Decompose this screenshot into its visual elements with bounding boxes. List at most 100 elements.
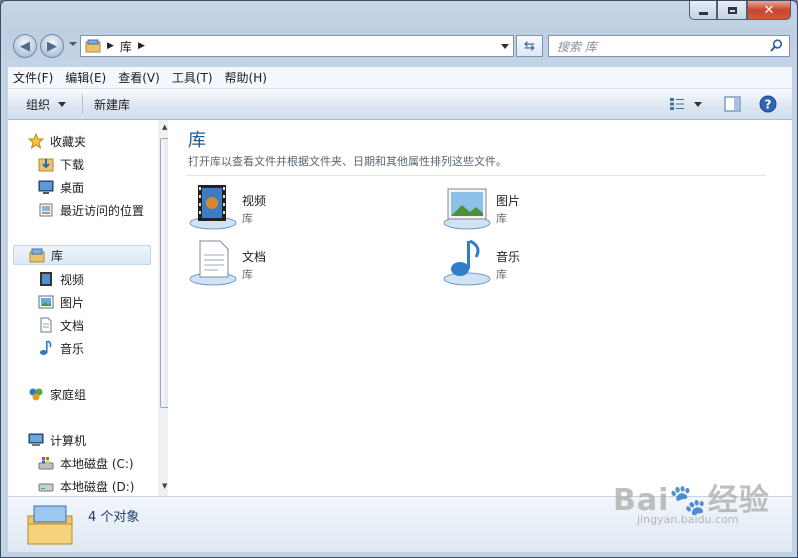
recent-places-icon (39, 203, 53, 217)
refresh-button[interactable]: ⇆ (516, 35, 543, 57)
new-library-label: 新建库 (94, 97, 131, 112)
nav-item-pictures[interactable]: 图片 (38, 292, 84, 312)
nav-item-music[interactable]: 音乐 (38, 338, 84, 358)
library-folder-large-icon (27, 505, 73, 545)
nav-item-drive-d[interactable]: 本地磁盘 (D:) (38, 476, 134, 496)
breadcrumb-separator-icon[interactable]: ▶ (107, 41, 114, 51)
system-drive-icon (38, 457, 54, 470)
menu-bar: 文件(F) 编辑(E) 查看(V) 工具(T) 帮助(H) (8, 67, 792, 89)
library-type: 库 (496, 268, 507, 281)
library-tile-music[interactable]: 音乐 库 (442, 239, 562, 287)
library-name: 视频 (242, 194, 267, 208)
caption-buttons: ✕ (689, 1, 791, 20)
documents-library-icon (189, 240, 237, 286)
view-options-dropdown-icon[interactable] (694, 102, 702, 107)
svg-text:?: ? (765, 98, 772, 112)
command-bar: 组织 新建库 ? (8, 89, 792, 120)
maximize-button[interactable] (717, 1, 747, 20)
music-library-icon (443, 239, 491, 286)
downloads-folder-icon (38, 158, 54, 172)
navigation-pane: 收藏夹 下载 桌面 最近访问的位置 库 视频 图片 文档 音乐 家庭组 计算机 … (8, 120, 173, 496)
nav-computer[interactable]: 计算机 (28, 430, 86, 450)
menu-tools[interactable]: 工具(T) (167, 69, 218, 86)
nav-item-downloads[interactable]: 下载 (38, 154, 84, 174)
pictures-library-icon (443, 188, 491, 230)
library-type: 库 (496, 212, 507, 225)
library-tile-pictures[interactable]: 图片 库 (442, 183, 562, 231)
minimize-button[interactable] (689, 1, 717, 20)
page-subtitle: 打开库以查看文件并根据文件夹、日期和其他属性排列这些文件。 (188, 155, 507, 168)
nav-libraries[interactable]: 库 (13, 245, 151, 265)
video-library-icon (189, 185, 237, 230)
nav-item-label: 本地磁盘 (D:) (60, 479, 135, 494)
nav-homegroup-label: 家庭组 (50, 387, 87, 402)
watermark-site: jingyan.baidu.com (637, 513, 739, 526)
page-title: 库 (188, 130, 206, 151)
organize-label: 组织 (26, 97, 51, 112)
nav-libraries-label: 库 (51, 248, 64, 263)
forward-button[interactable]: ▶ (40, 34, 64, 58)
menu-view[interactable]: 查看(V) (113, 69, 165, 86)
hard-drive-icon (38, 483, 54, 492)
chevron-down-icon (58, 101, 67, 107)
help-icon[interactable]: ? (759, 95, 777, 113)
nav-item-videos[interactable]: 视频 (38, 269, 84, 289)
content-pane: 库 打开库以查看文件并根据文件夹、日期和其他属性排列这些文件。 视频 库 图片 … (168, 120, 792, 496)
item-count: 4 个对象 (88, 510, 140, 525)
nav-computer-label: 计算机 (50, 433, 87, 448)
search-icon[interactable] (770, 39, 783, 52)
close-icon: ✕ (763, 2, 775, 18)
navigation-bar: ◀ ▶ ▶ 库 ▶ ⇆ 搜索 库 (1, 29, 797, 65)
pictures-icon (38, 295, 54, 309)
breadcrumb-separator-icon[interactable]: ▶ (138, 41, 145, 51)
preview-pane-icon[interactable] (724, 96, 741, 112)
maximize-icon (727, 6, 737, 14)
search-box[interactable]: 搜索 库 (548, 35, 790, 57)
star-icon (28, 133, 44, 149)
forward-arrow-icon: ▶ (47, 38, 57, 54)
computer-icon (28, 433, 44, 446)
close-button[interactable]: ✕ (747, 1, 791, 20)
scroll-up-icon[interactable]: ▲ (162, 123, 167, 131)
menu-edit[interactable]: 编辑(E) (60, 69, 111, 86)
header-divider (186, 175, 766, 176)
nav-homegroup[interactable]: 家庭组 (28, 384, 86, 404)
menu-file[interactable]: 文件(F) (8, 69, 58, 86)
nav-favorites[interactable]: 收藏夹 (28, 131, 86, 151)
new-library-button[interactable]: 新建库 (86, 95, 138, 113)
nav-item-label: 视频 (60, 272, 85, 287)
library-folder-icon (85, 39, 101, 53)
explorer-window: ✕ ◀ ▶ ▶ 库 ▶ ⇆ 搜索 库 文件(F) 编辑(E) 查看(V) 工具(… (0, 0, 798, 558)
search-placeholder: 搜索 库 (557, 39, 597, 54)
organize-button[interactable]: 组织 (18, 95, 74, 113)
document-icon (40, 317, 52, 333)
minimize-icon (698, 11, 708, 15)
library-folder-icon (29, 248, 45, 263)
music-note-icon (40, 340, 52, 355)
nav-item-label: 图片 (60, 295, 85, 310)
nav-item-label: 本地磁盘 (C:) (60, 456, 134, 471)
change-view-icon[interactable] (669, 97, 685, 111)
library-tile-videos[interactable]: 视频 库 (188, 183, 308, 231)
menu-help[interactable]: 帮助(H) (220, 69, 272, 86)
nav-item-recent-places[interactable]: 最近访问的位置 (38, 200, 144, 220)
desktop-icon (38, 180, 54, 194)
library-type: 库 (242, 212, 253, 225)
recent-pages-dropdown[interactable] (69, 42, 77, 46)
scroll-down-icon[interactable]: ▼ (162, 482, 167, 490)
library-tile-documents[interactable]: 文档 库 (188, 239, 308, 287)
nav-item-label: 桌面 (60, 180, 85, 195)
library-type: 库 (242, 268, 253, 281)
nav-item-documents[interactable]: 文档 (38, 315, 84, 335)
nav-item-drive-c[interactable]: 本地磁盘 (C:) (38, 453, 134, 473)
nav-item-label: 最近访问的位置 (60, 203, 145, 218)
address-dropdown-icon[interactable] (501, 44, 509, 49)
nav-item-label: 音乐 (60, 341, 85, 356)
back-arrow-icon: ◀ (20, 38, 30, 54)
breadcrumb-libraries[interactable]: 库 (120, 38, 132, 55)
nav-item-desktop[interactable]: 桌面 (38, 177, 84, 197)
address-bar[interactable]: ▶ 库 ▶ (80, 35, 514, 57)
library-name: 文档 (242, 250, 267, 264)
back-button[interactable]: ◀ (13, 34, 37, 58)
homegroup-icon (29, 388, 43, 401)
